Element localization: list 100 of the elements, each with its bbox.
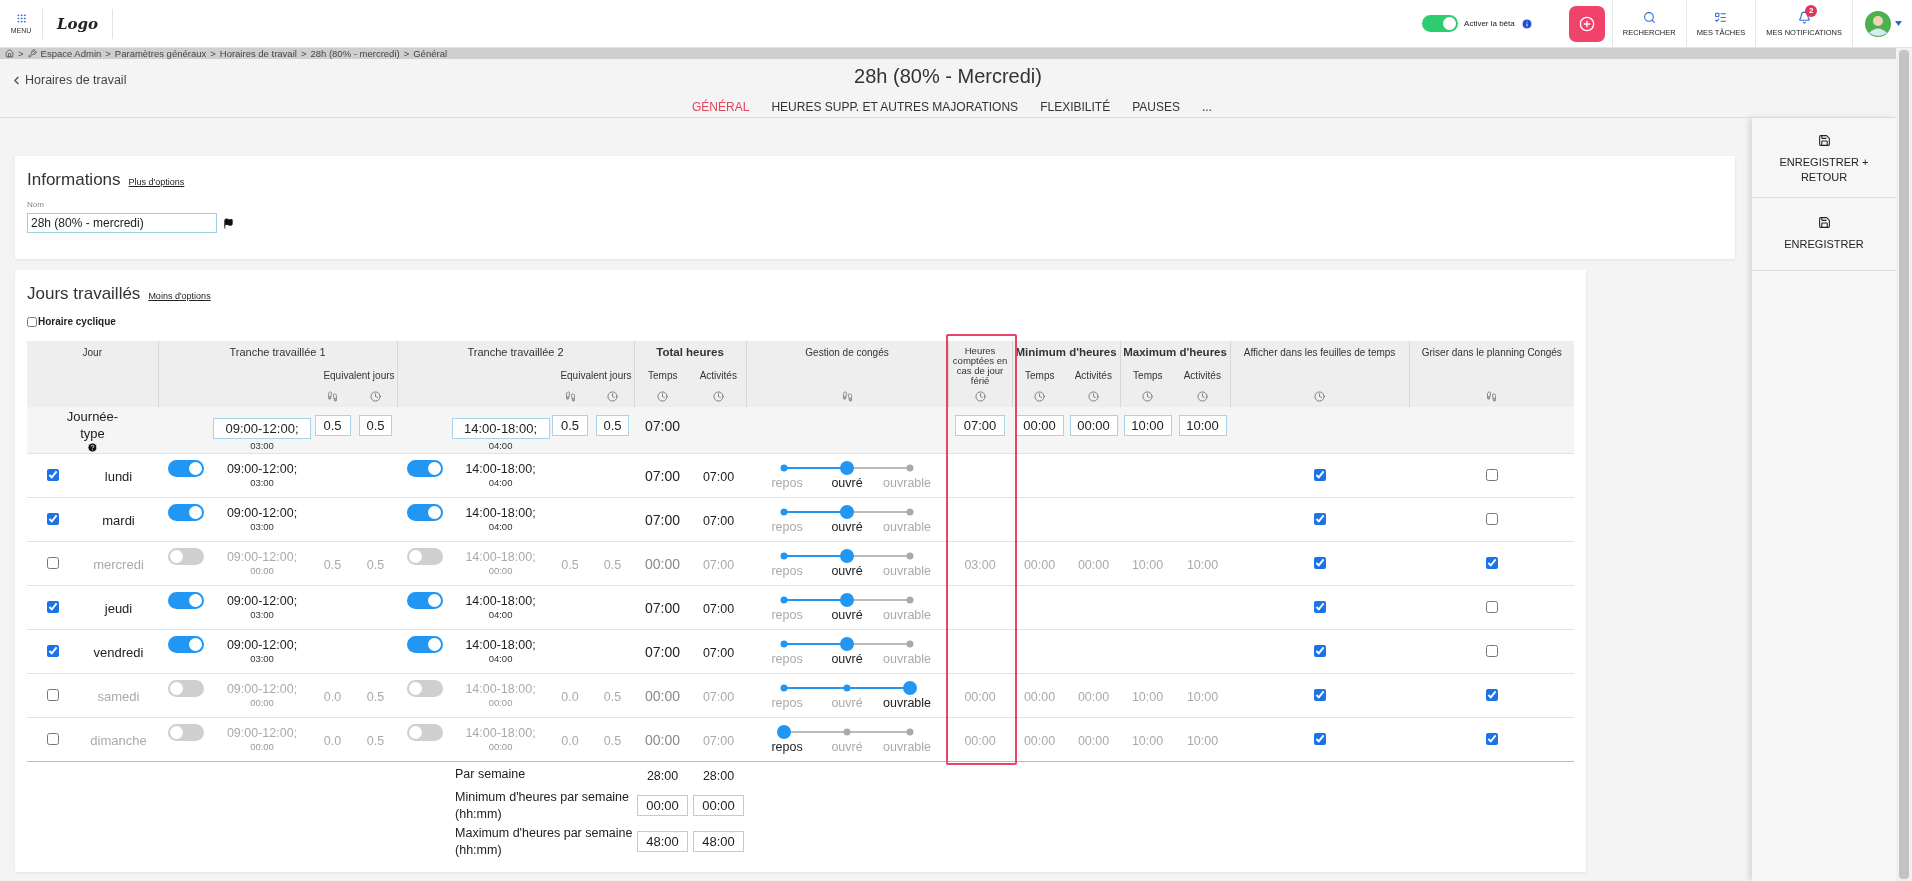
planning-checkbox[interactable] — [1485, 688, 1498, 701]
page-title: 28h (80% - Mercredi) — [854, 65, 1042, 87]
timesheet-checkbox[interactable] — [1313, 732, 1326, 745]
weekly-hours-field[interactable]: 48:00 — [637, 831, 689, 852]
planning-checkbox[interactable] — [1485, 556, 1498, 569]
card-title: Jours travaillés — [27, 284, 141, 304]
column-subheader: Equivalent jours — [549, 363, 635, 386]
duration: 04:00 — [488, 439, 513, 451]
slot-toggle[interactable] — [406, 724, 443, 741]
timesheet-checkbox[interactable] — [1313, 468, 1326, 481]
slot-toggle[interactable] — [167, 504, 204, 521]
slot-toggle[interactable] — [167, 460, 204, 477]
weekly-hours-field[interactable]: 00:00 — [693, 795, 745, 816]
breadcrumb-link[interactable]: Paramètres généraux — [114, 48, 207, 59]
duration: 03:00 — [250, 607, 274, 622]
day-checkbox[interactable] — [47, 512, 59, 525]
hours-field[interactable]: 00:00 — [1069, 415, 1118, 436]
equivalent-days: 0.5 — [366, 557, 385, 572]
planning-checkbox[interactable] — [1485, 644, 1498, 657]
hours-field[interactable]: 07:00 — [955, 415, 1006, 436]
help-icon[interactable] — [87, 442, 98, 453]
footprints-icon — [1486, 390, 1498, 402]
leave-option[interactable]: ouvré — [817, 476, 878, 490]
time-range: 09:00-12:00; — [226, 461, 298, 476]
tab[interactable]: PAUSES — [1132, 98, 1180, 117]
timesheet-checkbox[interactable] — [1313, 512, 1326, 525]
slot-toggle[interactable] — [406, 680, 443, 697]
leave-option[interactable]: ouvré — [817, 520, 878, 534]
options-link[interactable]: Moins d'options — [148, 291, 211, 301]
breadcrumb-link[interactable]: Espace Admin — [40, 48, 102, 59]
name-field[interactable]: 28h (80% - mercredi) — [27, 213, 217, 233]
planning-checkbox[interactable] — [1485, 600, 1498, 613]
back-link[interactable]: Horaires de travail — [10, 73, 127, 87]
day-checkbox[interactable] — [47, 468, 59, 481]
slot-toggle[interactable] — [167, 680, 204, 697]
duration: 00:00 — [250, 563, 274, 578]
equivalent-field[interactable]: 0.5 — [596, 415, 630, 436]
leave-option[interactable]: ouvré — [817, 652, 878, 666]
beta-toggle[interactable] — [1422, 15, 1459, 32]
cyclic-checkbox[interactable] — [27, 316, 37, 327]
day-checkbox[interactable] — [47, 644, 59, 657]
planning-checkbox[interactable] — [1485, 732, 1498, 745]
weekly-hours-field[interactable]: 48:00 — [693, 831, 745, 852]
tab[interactable]: HEURES SUPP. ET AUTRES MAJORATIONS — [771, 98, 1019, 117]
hours-field[interactable]: 10:00 — [1123, 415, 1172, 436]
slot-toggle[interactable] — [167, 724, 204, 741]
day-checkbox[interactable] — [47, 556, 59, 569]
time-range-field[interactable]: 09:00-12:00; — [213, 417, 311, 439]
weekly-hours-field[interactable]: 00:00 — [637, 795, 689, 816]
slot-toggle[interactable] — [406, 460, 443, 477]
equivalent-field[interactable]: 0.5 — [552, 415, 589, 436]
breadcrumb-separator: > — [403, 48, 410, 59]
time-range-field[interactable]: 14:00-18:00; — [451, 417, 550, 439]
slot-toggle[interactable] — [406, 636, 443, 653]
breadcrumb-link[interactable]: Horaires de travail — [219, 48, 297, 59]
tab[interactable]: FLEXIBILITÉ — [1040, 98, 1111, 117]
total-hours: 00:00 — [645, 731, 681, 748]
caret-icon[interactable] — [1895, 21, 1902, 26]
leave-option[interactable]: ouvré — [817, 564, 878, 578]
weekly-label: Minimum d'heures par semaine (hh:mm) — [454, 788, 631, 823]
equivalent-days: 0.0 — [323, 689, 342, 704]
day-checkbox[interactable] — [47, 600, 59, 613]
column-header: Minimum d'heures — [1012, 341, 1121, 364]
avatar[interactable] — [1865, 10, 1891, 37]
day-checkbox[interactable] — [47, 732, 59, 745]
breadcrumb-link[interactable]: 28h (80% - mercredi) — [310, 48, 400, 59]
timesheet-checkbox[interactable] — [1313, 688, 1326, 701]
slot-toggle[interactable] — [167, 592, 204, 609]
flag-icon[interactable] — [223, 217, 234, 229]
grid-icon — [15, 13, 27, 24]
hours-field[interactable]: 10:00 — [1178, 415, 1227, 436]
tab[interactable]: GÉNÉRAL — [692, 98, 750, 117]
timesheet-checkbox[interactable] — [1313, 600, 1326, 613]
planning-checkbox[interactable] — [1485, 468, 1498, 481]
slot-toggle[interactable] — [406, 548, 443, 565]
equivalent-field[interactable]: 0.5 — [314, 415, 351, 436]
slot-toggle[interactable] — [406, 504, 443, 521]
time-range: 09:00-12:00; — [226, 725, 298, 740]
leave-option[interactable]: repos — [757, 740, 818, 754]
equivalent-field[interactable]: 0.5 — [359, 415, 392, 436]
hours-field[interactable]: 00:00 — [1015, 415, 1064, 436]
day-checkbox[interactable] — [47, 688, 59, 701]
scrollbar[interactable] — [1896, 48, 1912, 881]
home-icon[interactable] — [5, 49, 14, 58]
equivalent-days: 0.5 — [603, 733, 622, 748]
slot-toggle[interactable] — [406, 592, 443, 609]
slot-toggle[interactable] — [167, 636, 204, 653]
duration: 03:00 — [250, 651, 274, 666]
slot-toggle[interactable] — [167, 548, 204, 565]
breadcrumb-link[interactable]: Général — [413, 48, 448, 59]
options-link[interactable]: Plus d'options — [128, 177, 185, 187]
leave-option[interactable]: ouvrable — [877, 696, 938, 710]
leave-option[interactable]: ouvré — [817, 608, 878, 622]
column-header: Griser dans le planning Congés — [1409, 341, 1575, 386]
total-hours: 07:00 — [645, 511, 681, 528]
add-button[interactable] — [1568, 5, 1605, 42]
tab[interactable]: ... — [1201, 98, 1212, 117]
timesheet-checkbox[interactable] — [1313, 556, 1326, 569]
timesheet-checkbox[interactable] — [1313, 644, 1326, 657]
planning-checkbox[interactable] — [1485, 512, 1498, 525]
